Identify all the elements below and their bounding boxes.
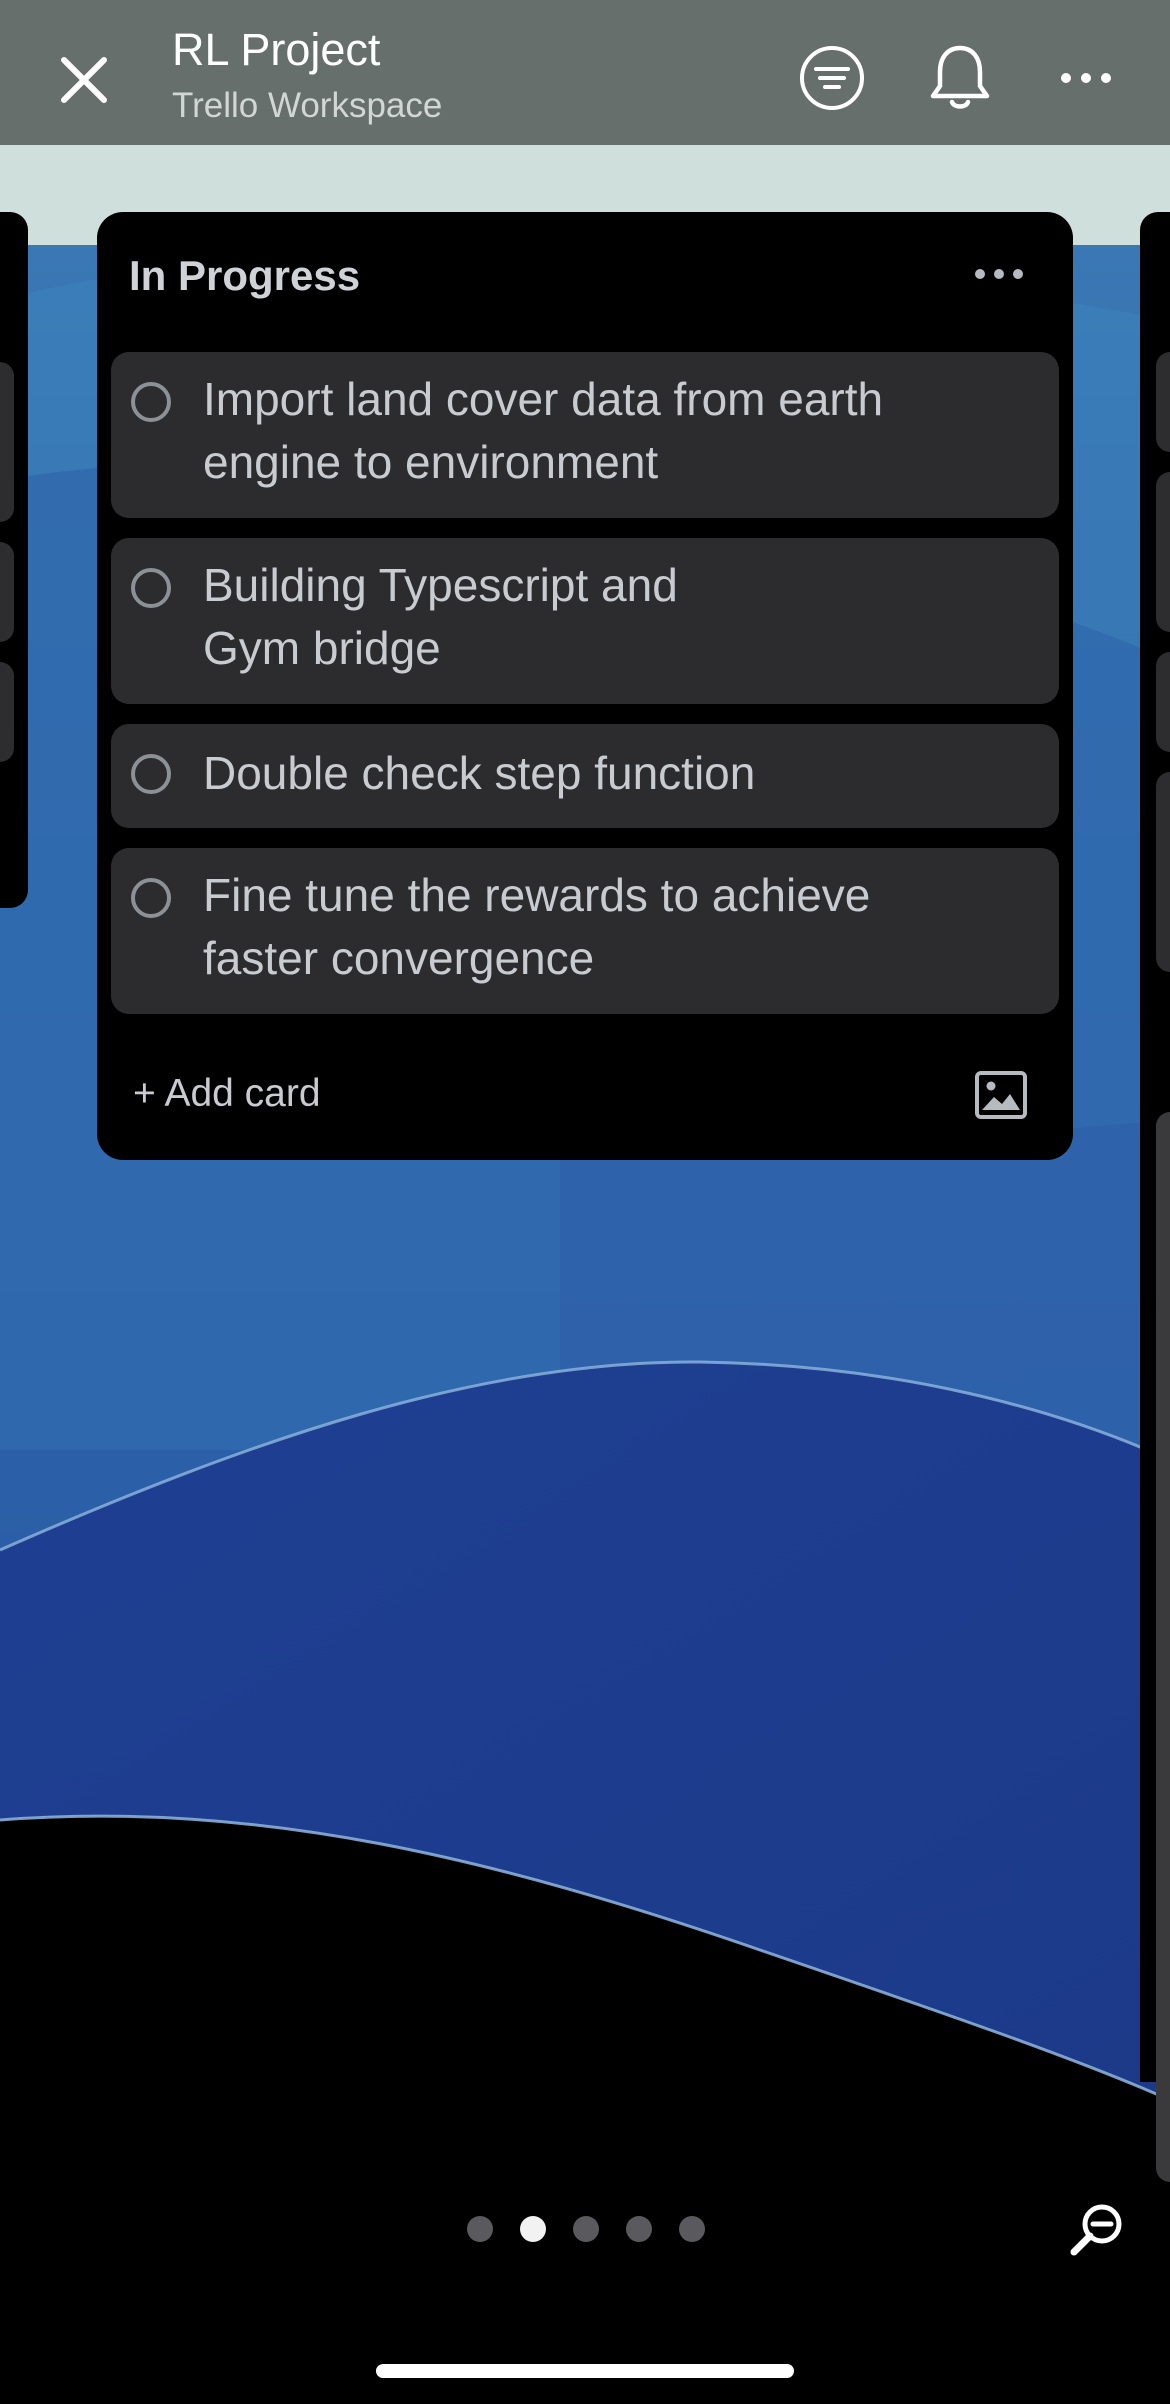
card-title-line: engine to environment [203, 436, 659, 488]
next-list-card [1156, 652, 1170, 752]
card-complete-checkbox[interactable] [131, 382, 171, 422]
close-icon[interactable] [52, 48, 116, 112]
page-dot[interactable] [626, 2216, 652, 2242]
filter-icon[interactable] [798, 44, 866, 112]
card-title-line: Import land cover data from earth [203, 373, 884, 425]
previous-list-card [0, 662, 14, 762]
card[interactable]: Double check step function [111, 724, 1059, 828]
previous-list-card [0, 542, 14, 642]
next-list-card [1156, 772, 1170, 972]
previous-list-card [0, 362, 14, 522]
card-complete-checkbox[interactable] [131, 568, 171, 608]
card-complete-checkbox[interactable] [131, 754, 171, 794]
next-list-card [1156, 472, 1170, 632]
page-dot[interactable] [573, 2216, 599, 2242]
zoom-out-icon[interactable] [1066, 2200, 1126, 2260]
card[interactable]: Fine tune the rewards to achieve faster … [111, 848, 1059, 1014]
card-title-line: faster convergence [203, 932, 595, 984]
next-list-edge[interactable] [1140, 212, 1170, 2182]
workspace-name: Trello Workspace [172, 86, 443, 125]
app-header: RL Project Trello Workspace [0, 0, 1170, 145]
bell-icon[interactable] [928, 42, 992, 112]
card[interactable]: Import land cover data from earth engine… [111, 352, 1059, 518]
card-complete-checkbox[interactable] [131, 878, 171, 918]
next-list-card [1156, 352, 1170, 452]
card-title-line: Building Typescript and [203, 559, 678, 611]
card-title-line: Fine tune the rewards to achieve [203, 869, 871, 921]
card-title-line: Double check step function [203, 747, 756, 799]
card-title-line: Gym bridge [203, 622, 441, 674]
list-menu-icon[interactable] [975, 266, 1039, 290]
home-indicator[interactable] [376, 2364, 794, 2378]
more-icon[interactable] [1058, 66, 1114, 90]
add-card-button[interactable]: + Add card [133, 1072, 321, 1116]
list-in-progress: In Progress Import land cover data from … [97, 212, 1073, 1160]
card[interactable]: Building Typescript and Gym bridge [111, 538, 1059, 704]
board-title: RL Project [172, 24, 381, 75]
next-list-card [1156, 1112, 1170, 2182]
page-dot-active[interactable] [520, 2216, 546, 2242]
image-icon[interactable] [974, 1070, 1028, 1120]
page-dot[interactable] [679, 2216, 705, 2242]
list-title: In Progress [129, 252, 361, 299]
previous-list-edge[interactable] [0, 212, 28, 908]
page-dot[interactable] [467, 2216, 493, 2242]
